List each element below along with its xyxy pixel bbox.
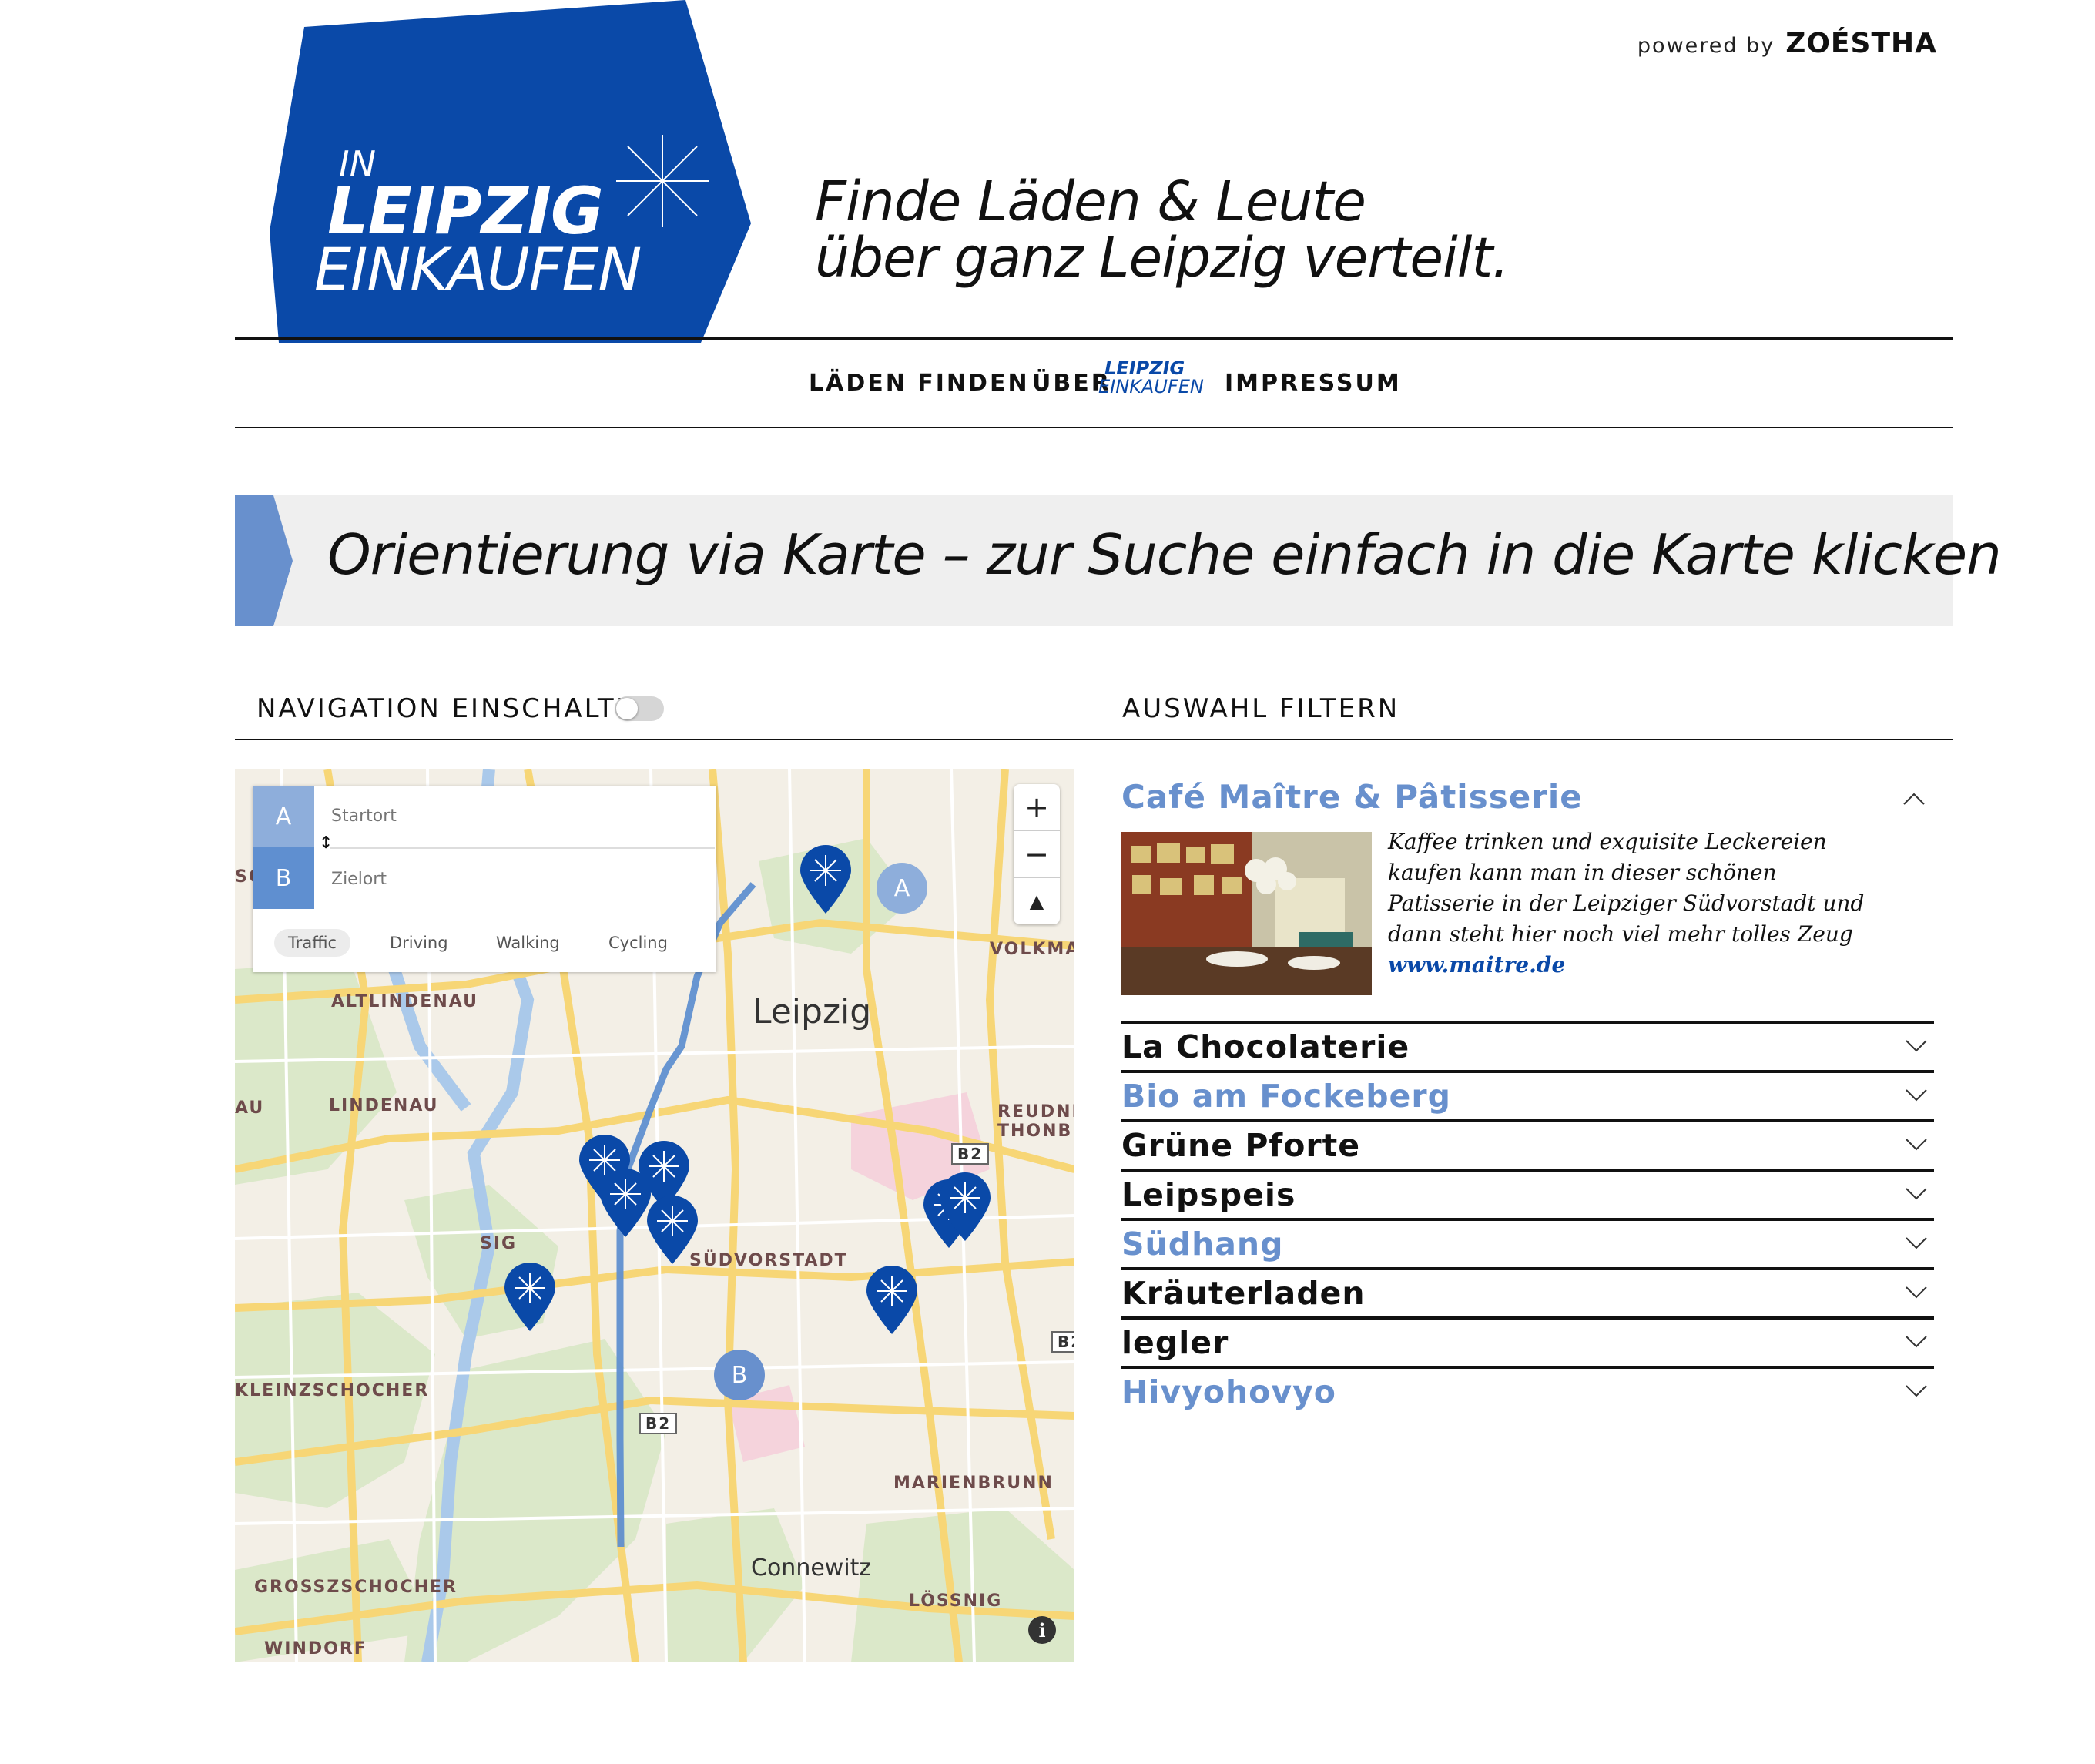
- chevron-down-icon: [1906, 1336, 1927, 1348]
- chevron-down-icon: [1906, 1089, 1927, 1102]
- shop-item-label: Bio am Fockeberg: [1121, 1078, 1451, 1115]
- logo-einkaufen-text: EINKAUFEN: [314, 235, 642, 304]
- shop-pin-icon[interactable]: [645, 1195, 699, 1266]
- powered-by[interactable]: powered by ZOÉSTHA: [1637, 28, 1937, 59]
- shop-photo: [1121, 832, 1372, 995]
- shop-description-text: Kaffee trinken und exquisite Leckereien …: [1388, 829, 1865, 947]
- chevron-down-icon: [1906, 1139, 1927, 1151]
- nav-mini-logo: LEIPZIG EINKAUFEN: [1098, 359, 1204, 396]
- mode-traffic[interactable]: Traffic: [274, 929, 351, 957]
- road-shield: B2: [1051, 1331, 1074, 1353]
- tagline-line-2: über ganz Leipzig verteilt.: [815, 226, 1510, 290]
- shop-item-kraeuterladen[interactable]: Kräuterladen: [1121, 1267, 1934, 1320]
- toggle-knob: [616, 698, 638, 719]
- shop-item-label: Leipspeis: [1121, 1176, 1296, 1213]
- chevron-down-icon: [1906, 1385, 1927, 1397]
- powered-by-brand: ZOÉSTHA: [1785, 28, 1937, 59]
- shop-item-legler[interactable]: legler: [1121, 1316, 1934, 1369]
- chevron-down-icon: [1906, 1188, 1927, 1200]
- nav-mini-einkaufen: EINKAUFEN: [1098, 376, 1204, 397]
- district-marienbrunn: MARIENBRUNN: [893, 1474, 1054, 1493]
- shop-item-gruene-pforte[interactable]: Grüne Pforte: [1121, 1119, 1934, 1172]
- shop-item-suedhang[interactable]: Südhang: [1121, 1218, 1934, 1270]
- district-kleinzschocher: KLEINZSCHOCHER: [235, 1381, 430, 1400]
- shop-pin-icon[interactable]: [598, 1168, 652, 1239]
- travel-mode-tabs: Traffic Driving Walking Cycling: [253, 918, 716, 972]
- road-shield: B2: [639, 1413, 678, 1434]
- shop-item-leipspeis[interactable]: Leipspeis: [1121, 1169, 1934, 1221]
- district-schleussig: SIG: [480, 1234, 518, 1253]
- mode-driving[interactable]: Driving: [376, 929, 462, 957]
- district-thonberg: THONBER: [997, 1122, 1074, 1141]
- shop-pin-icon[interactable]: [799, 844, 853, 915]
- shop-item-label: Südhang: [1121, 1226, 1284, 1263]
- shop-item-la-chocolaterie[interactable]: La Chocolaterie: [1121, 1021, 1934, 1073]
- shop-item-label: legler: [1121, 1324, 1229, 1361]
- nav-mini-leipzig: LEIPZIG: [1104, 357, 1185, 379]
- chevron-down-icon: [1906, 1040, 1927, 1052]
- shop-item-label: Grüne Pforte: [1121, 1127, 1361, 1164]
- main-nav: LÄDEN FINDEN ÜBER LEIPZIG EINKAUFEN IMPR…: [0, 359, 2095, 401]
- sparkle-icon: [616, 135, 709, 227]
- map-town-connewitz: Connewitz: [751, 1554, 872, 1581]
- map-city-leipzig: Leipzig: [753, 992, 872, 1031]
- route-marker-a[interactable]: A: [877, 863, 927, 914]
- district-reudnitz: REUDNIT: [997, 1102, 1074, 1122]
- shop-pin-icon[interactable]: [503, 1262, 557, 1333]
- district-grosszschocher: GROSSZSCHOCHER: [254, 1578, 458, 1597]
- shop-website-link[interactable]: www.maitre.de: [1388, 952, 1565, 978]
- info-icon[interactable]: i: [1028, 1616, 1056, 1644]
- nav-impressum[interactable]: IMPRESSUM: [1225, 370, 1402, 397]
- tagline: Finde Läden & Leute über ganz Leipzig ve…: [815, 169, 1510, 290]
- district-loessnig: LÖSSNIG: [909, 1591, 1003, 1611]
- district-lindenau: LINDENAU: [329, 1096, 439, 1115]
- nav-laeden-finden[interactable]: LÄDEN FINDEN: [809, 370, 1030, 397]
- tagline-line-1: Finde Läden & Leute: [815, 169, 1366, 233]
- map[interactable]: ALTLINDENAU LINDENAU AU SC VOLKMAR REUDN…: [235, 769, 1074, 1662]
- zoom-out-button[interactable]: −: [1014, 831, 1060, 878]
- shop-pin-icon[interactable]: [865, 1265, 919, 1336]
- shop-description: Kaffee trinken und exquisite Leckereien …: [1388, 827, 1881, 981]
- compass-icon[interactable]: ▲: [1014, 878, 1060, 924]
- nav-rule: [235, 427, 1953, 428]
- navigation-toggle[interactable]: [615, 696, 664, 721]
- shop-item-label: Hivyohovyo: [1121, 1373, 1336, 1410]
- shop-pin-icon[interactable]: [938, 1172, 992, 1243]
- shop-item-label: La Chocolaterie: [1121, 1028, 1410, 1065]
- banner-arrow-icon: [235, 495, 293, 626]
- zoom-control: + − ▲: [1014, 784, 1060, 924]
- shop-item-bio-am-fockeberg[interactable]: Bio am Fockeberg: [1121, 1070, 1934, 1122]
- district-windorf: WINDORF: [264, 1639, 367, 1658]
- shop-item-hivyohovyo[interactable]: Hivyohovyo: [1121, 1366, 1934, 1418]
- header-rule: [235, 337, 1953, 340]
- chevron-down-icon: [1906, 1286, 1927, 1299]
- swap-directions-icon[interactable]: ↕: [319, 833, 333, 853]
- zoom-in-button[interactable]: +: [1014, 784, 1060, 831]
- chevron-up-icon[interactable]: [1902, 792, 1926, 806]
- shop-item-label: Kräuterladen: [1121, 1275, 1366, 1312]
- powered-by-label: powered by: [1637, 34, 1775, 58]
- banner-text: Orientierung via Karte – zur Suche einfa…: [327, 522, 2002, 587]
- mode-walking[interactable]: Walking: [482, 929, 574, 957]
- start-location-input[interactable]: [330, 806, 702, 827]
- directions-panel: A ↕ B Traffic Driving Walking Cycling: [253, 786, 716, 972]
- district-volkmar: VOLKMAR: [990, 940, 1074, 959]
- district-au: AU: [235, 1098, 265, 1118]
- directions-b-label: B: [253, 847, 314, 909]
- chevron-down-icon: [1906, 1237, 1927, 1249]
- filter-section-title: AUSWAHL FILTERN: [1122, 693, 1400, 724]
- route-marker-b[interactable]: B: [714, 1350, 765, 1400]
- shop-title-expanded[interactable]: Café Maître & Pâtisserie: [1121, 778, 1583, 816]
- directions-a-label: A: [253, 786, 314, 847]
- district-suedvorstadt: SÜDVORSTADT: [689, 1251, 848, 1270]
- mode-cycling[interactable]: Cycling: [595, 929, 682, 957]
- section-rule: [235, 739, 1953, 740]
- end-location-input[interactable]: [330, 869, 702, 890]
- district-altlindenau: ALTLINDENAU: [331, 992, 478, 1011]
- navigation-section-title: NAVIGATION EINSCHALTEN: [256, 693, 657, 724]
- road-shield: B2: [951, 1143, 990, 1165]
- directions-divider: [330, 847, 715, 849]
